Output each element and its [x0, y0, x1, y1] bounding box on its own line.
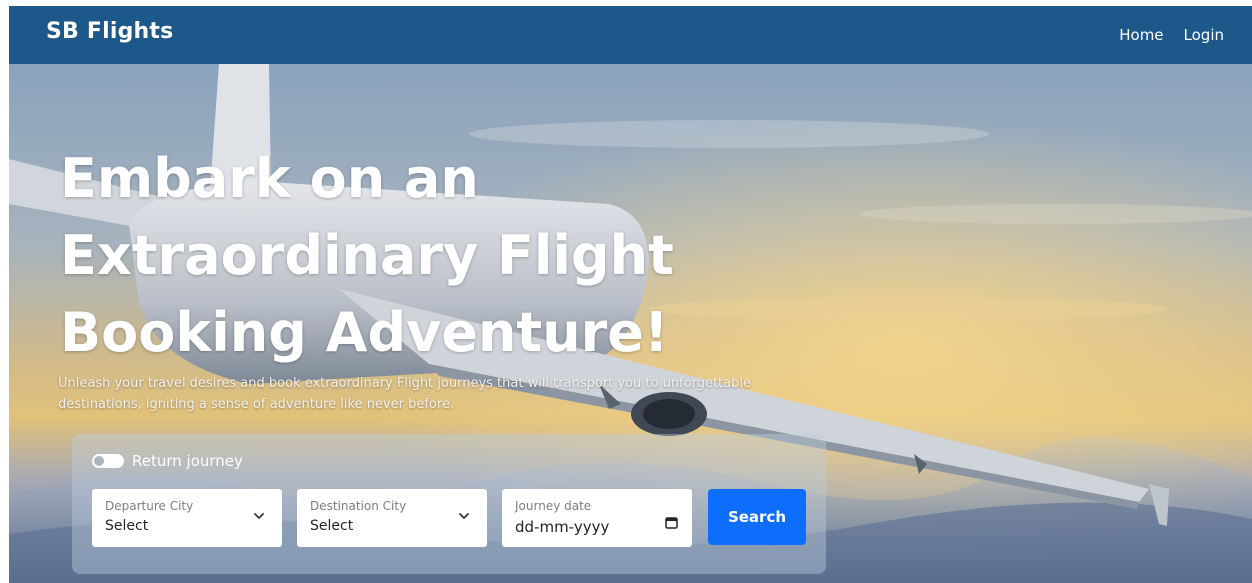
chevron-down-icon [254, 513, 264, 519]
navbar: SB Flights Home Login [9, 6, 1252, 64]
app-window: SB Flights Home Login Embark on an Extra… [9, 6, 1252, 583]
return-journey-toggle[interactable] [92, 454, 124, 468]
destination-city-select[interactable]: Destination City Select [297, 489, 487, 547]
destination-city-value: Select [310, 518, 354, 534]
hero-subtext: Unleash your travel desires and book ext… [58, 376, 751, 412]
hero-section: Embark on an Extraordinary Flight Bookin… [9, 64, 1252, 583]
flight-search-panel: Return journey Departure City Select Des… [72, 434, 826, 574]
journey-date-placeholder: dd-mm-yyyy [515, 518, 610, 536]
journey-date-label: Journey date [515, 499, 592, 513]
calendar-icon[interactable] [665, 516, 678, 529]
brand-logo[interactable]: SB Flights [46, 19, 173, 44]
search-button[interactable]: Search [708, 489, 806, 545]
departure-city-label: Departure City [105, 499, 194, 513]
departure-city-select[interactable]: Departure City Select [92, 489, 282, 547]
hero-headline: Embark on an Extraordinary Flight Bookin… [60, 147, 674, 364]
toggle-knob [94, 456, 104, 466]
return-journey-toggle-row: Return journey [92, 452, 243, 470]
nav-links: Home Login [1119, 26, 1224, 44]
journey-date-input[interactable]: Journey date dd-mm-yyyy [502, 489, 692, 547]
destination-city-label: Destination City [310, 499, 407, 513]
departure-city-value: Select [105, 518, 149, 534]
return-journey-label[interactable]: Return journey [132, 452, 243, 470]
chevron-down-icon [459, 513, 469, 519]
nav-link-login[interactable]: Login [1184, 26, 1224, 44]
nav-link-home[interactable]: Home [1119, 26, 1163, 44]
